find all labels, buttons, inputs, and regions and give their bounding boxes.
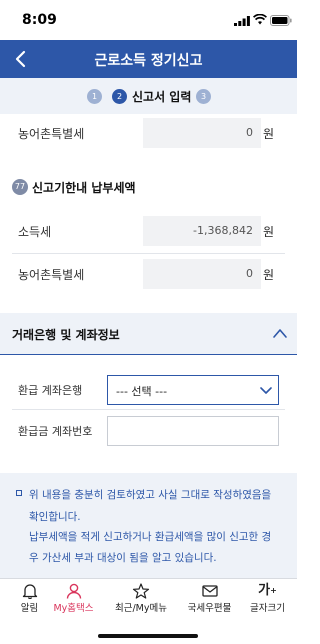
battery-icon	[270, 15, 292, 26]
notice-line: 납부세액을 적게 신고하거나 환급세액을 많이 신고한 경	[29, 531, 272, 543]
tab-tax-mail[interactable]: 국세우편물	[180, 579, 239, 619]
row-divider	[12, 253, 285, 254]
tab-font-size[interactable]: 가+ 글자크기	[238, 579, 297, 619]
bell-icon	[22, 584, 37, 599]
step-1-badge: 1	[87, 89, 102, 104]
status-bar: 8:09	[0, 0, 297, 40]
income-tax-amount: -1,368,842	[143, 216, 261, 246]
rural-special-tax-row-77: 농어촌특별세 0 원	[0, 259, 297, 289]
wifi-icon	[253, 14, 267, 25]
refund-account-input[interactable]	[107, 416, 279, 446]
bank-info-section-header[interactable]: 거래은행 및 계좌정보	[0, 313, 297, 355]
step-3-badge: 3	[196, 89, 211, 104]
tab-recent-menu[interactable]: 최근/My메뉴	[110, 579, 172, 619]
row-label: 소득세	[18, 225, 52, 239]
app-header: 근로소득 정기신고	[0, 40, 297, 78]
refund-bank-label: 환급 계좌은행	[18, 384, 83, 397]
row-label: 농어촌특별세	[18, 268, 85, 282]
bank-info-title: 거래은행 및 계좌정보	[12, 328, 120, 342]
step-2-badge: 2	[112, 89, 127, 104]
refund-account-label: 환급금 계좌번호	[18, 425, 93, 438]
rural-special-tax-amount-77: 0	[143, 259, 261, 289]
rural-special-tax-row: 농어촌특별세 0 원	[0, 118, 297, 148]
refund-bank-select[interactable]: --- 선택 ---	[107, 375, 279, 405]
tab-label: 글자크기	[250, 603, 285, 614]
tab-label: 최근/My메뉴	[115, 603, 167, 614]
unit-label: 원	[263, 225, 275, 239]
person-icon	[66, 583, 81, 599]
tab-label: My홈택스	[53, 603, 94, 614]
row-label: 농어촌특별세	[18, 127, 85, 141]
cellular-signal-icon	[234, 16, 250, 26]
page-title: 근로소득 정기신고	[94, 53, 203, 69]
font-size-icon-glyph: 가	[258, 583, 271, 598]
section-number-badge: 77	[12, 179, 28, 195]
unit-label: 원	[263, 268, 275, 282]
confirmation-notice: 위 내용을 충분히 검토하였고 사실 그대로 작성하였음을 확인합니다. 납부세…	[0, 473, 297, 579]
tab-my-hometax[interactable]: My홈택스	[44, 579, 103, 619]
tab-label: 국세우편물	[187, 603, 232, 614]
notice-line: 확인합니다.	[29, 511, 81, 523]
status-time: 8:09	[22, 12, 57, 28]
unit-label: 원	[263, 127, 275, 141]
font-size-icon: 가+	[258, 583, 277, 598]
notice-line: 우 가산세 부과 대상이 됨을 알고 있습니다.	[29, 552, 217, 564]
mail-icon	[201, 585, 218, 597]
chevron-down-icon	[260, 387, 272, 394]
square-bullet-icon	[16, 490, 22, 496]
star-icon	[132, 583, 150, 599]
section-title-text: 신고기한내 납부세액	[32, 181, 136, 195]
step-2-label: 신고서 입력	[132, 90, 192, 104]
notice-line: 위 내용을 충분히 검토하였고 사실 그대로 작성하였음을	[29, 489, 272, 501]
refund-bank-select-value: --- 선택 ---	[116, 385, 168, 398]
rural-special-tax-amount: 0	[143, 118, 261, 148]
income-tax-row: 소득세 -1,368,842 원	[0, 216, 297, 246]
chevron-up-icon[interactable]	[272, 327, 288, 339]
row-divider	[12, 409, 285, 410]
home-indicator	[98, 634, 198, 638]
step-indicator: 1 2 신고서 입력 3	[0, 78, 297, 114]
